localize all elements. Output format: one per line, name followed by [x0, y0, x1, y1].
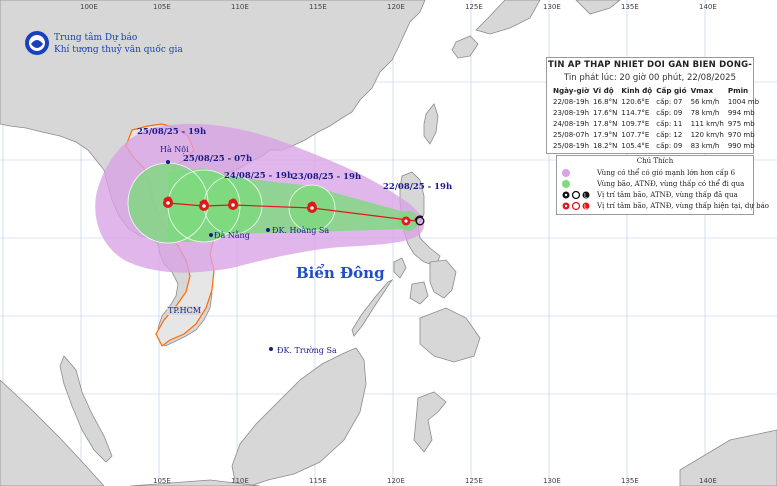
hoangsa-marker — [266, 228, 270, 232]
storm-forecast-icon: L — [562, 201, 590, 211]
storm-symbol-24-19h — [228, 198, 238, 210]
svg-text:105E: 105E — [153, 3, 171, 11]
forecast-table: Ngày-giờ Vĩ độ Kinh độ Cấp gió Vmax Pmin… — [551, 85, 761, 151]
svg-text:135E: 135E — [621, 477, 639, 485]
info-issued: Tin phát lúc: 20 giờ 00 phút, 22/08/2025 — [564, 73, 736, 83]
svg-text:100E: 100E — [80, 3, 98, 11]
place-tphcm: TP.HCM — [168, 306, 201, 315]
org-line-2: Khí tượng thuỷ văn quốc gia — [54, 45, 183, 55]
col-header: Ngày-giờ — [553, 86, 590, 95]
table-row: 24/08-19h 17.8°N 109.7°E cấp: 11 111 km/h 975… — [553, 119, 755, 128]
col-header: Kinh độ — [621, 86, 653, 95]
purple-zone-icon — [562, 169, 570, 177]
truongsa-marker — [269, 347, 273, 351]
col-header: Cấp gió — [656, 86, 687, 95]
col-header: Vĩ độ — [593, 86, 614, 95]
svg-text:115E: 115E — [309, 477, 327, 485]
svg-text:125E: 125E — [465, 3, 483, 11]
place-hoangsa: ĐK. Hoàng Sa — [272, 226, 329, 235]
svg-text:130E: 130E — [543, 477, 561, 485]
storm-past-icon: L — [562, 190, 590, 200]
storm-symbol-25-19h — [163, 196, 173, 208]
pos-label-22-19h: 22/08/25 - 19h — [383, 182, 452, 192]
place-truongsa: ĐK. Trường Sa — [277, 346, 337, 355]
pos-label-23-19h: 23/08/25 - 19h — [292, 172, 361, 182]
svg-text:120E: 120E — [387, 3, 405, 11]
pos-label-24-19h: 24/08/25 - 19h — [224, 171, 293, 181]
svg-text:110E: 110E — [231, 477, 249, 485]
pos-label-25-19h: 25/08/25 - 19h — [137, 127, 206, 137]
legend-item-past: L Vị trí tâm bão, ATNĐ, vùng thấp đã qua — [561, 190, 751, 200]
svg-text:130E: 130E — [543, 3, 561, 11]
table-row: 25/08-19h 18.2°N 105.4°E cấp: 09 83 km/h 990 … — [553, 141, 755, 150]
svg-text:140E: 140E — [699, 3, 717, 11]
legend-title: Chú Thích — [636, 157, 674, 165]
svg-text:115E: 115E — [309, 3, 327, 11]
legend-item-track-zone: Vùng bão, ATNĐ, vùng thấp có thể đi qua — [561, 179, 751, 189]
storm-symbol-23-19h — [307, 201, 317, 213]
svg-text:125E: 125E — [465, 477, 483, 485]
sea-name: Biển Đông — [296, 264, 385, 282]
legend: Chú Thích Vùng có thể có gió mạnh lớn hơ… — [556, 155, 769, 215]
svg-text:140E: 140E — [699, 477, 717, 485]
place-danang: Đà Nẵng — [214, 231, 250, 240]
org-line-1: Trung tâm Dự báo — [54, 33, 138, 43]
table-row: 22/08-19h 16.8°N 120.6°E cấp: 07 56 km/h 1004… — [553, 97, 760, 106]
hanoi-marker — [166, 160, 170, 164]
legend-item-wind-zone: Vùng có thể có gió mạnh lớn hơn cấp 6 — [561, 168, 751, 178]
storm-symbol-25-07h — [199, 199, 209, 211]
table-header-row: Ngày-giờ Vĩ độ Kinh độ Cấp gió Vmax Pmin — [551, 85, 761, 96]
col-header: Pmin — [727, 86, 749, 95]
nchmf-logo-icon — [25, 31, 49, 55]
table-row: 25/08-07h 17.9°N 107.7°E cấp: 12 120 km/h 970… — [553, 130, 755, 139]
svg-text:120E: 120E — [387, 477, 405, 485]
danang-marker — [209, 233, 213, 237]
col-header: Vmax — [690, 86, 714, 95]
storm-info-box: TIN AP THAP NHIET DOI GAN BIEN DONG- Tin… — [546, 57, 759, 154]
place-hanoi: Hà Nội — [160, 145, 189, 154]
table-row: 23/08-19h 17.6°N 114.7°E cấp: 09 78 km/h 994 … — [553, 108, 755, 117]
svg-text:110E: 110E — [231, 3, 249, 11]
info-title: TIN AP THAP NHIET DOI GAN BIEN DONG- — [547, 60, 753, 70]
pos-label-25-07h: 25/08/25 - 07h — [183, 154, 252, 164]
legend-item-forecast: L Vị trí tâm bão, ATNĐ, vùng thấp hiện t… — [561, 201, 769, 211]
green-zone-icon — [562, 180, 570, 188]
org-header: Trung tâm Dự báo Khí tượng thuỷ văn quốc… — [24, 30, 224, 60]
svg-text:105E: 105E — [153, 477, 171, 485]
svg-text:135E: 135E — [621, 3, 639, 11]
